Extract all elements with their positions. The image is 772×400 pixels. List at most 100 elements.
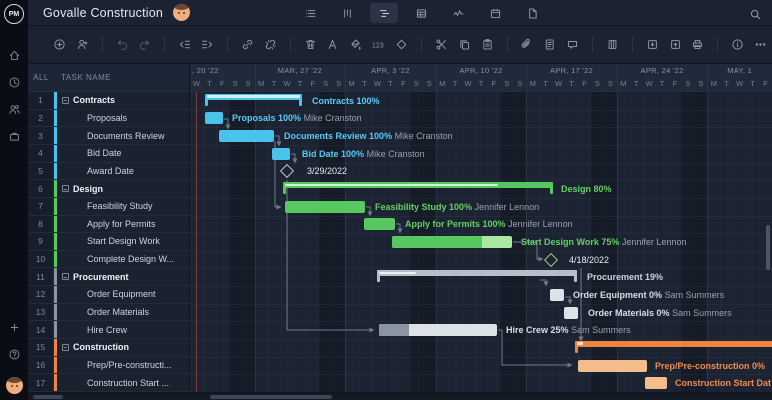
task-bar[interactable]: [364, 218, 395, 230]
task-bar[interactable]: [564, 307, 578, 319]
table-row[interactable]: 6Design: [28, 180, 190, 198]
milestone-date: 4/18/2022: [569, 255, 609, 265]
link-tasks-icon[interactable]: [238, 34, 257, 55]
number-format-icon[interactable]: 123: [369, 34, 388, 55]
task-bar[interactable]: [379, 324, 497, 336]
table-row[interactable]: 11Procurement: [28, 268, 190, 286]
summary-bar[interactable]: [575, 341, 772, 353]
home-icon[interactable]: [4, 45, 24, 65]
day-letter: M: [349, 79, 355, 88]
table-row[interactable]: 5Award Date: [28, 163, 190, 181]
more-icon[interactable]: [751, 34, 770, 55]
row-number: 2: [28, 110, 54, 127]
view-calendar-icon[interactable]: [481, 3, 509, 23]
bar-label: Design 80%: [561, 184, 612, 194]
column-header-all[interactable]: ALL: [28, 73, 54, 82]
summary-progress: [285, 184, 498, 187]
task-bar[interactable]: [392, 236, 512, 248]
copy-icon[interactable]: [455, 34, 474, 55]
table-row[interactable]: 12Order Equipment: [28, 286, 190, 304]
gantt-scrollbar[interactable]: [210, 395, 332, 399]
day-letter: T: [207, 79, 212, 88]
print-icon[interactable]: [689, 34, 708, 55]
attachment-icon[interactable]: [517, 34, 536, 55]
task-bar[interactable]: [272, 148, 290, 160]
add-task-icon[interactable]: [50, 34, 69, 55]
task-bar[interactable]: [550, 289, 564, 301]
help-icon[interactable]: [4, 344, 24, 364]
view-doc-icon[interactable]: [518, 3, 546, 23]
day-letter: T: [660, 79, 665, 88]
task-bar[interactable]: [645, 377, 667, 389]
collapse-group-icon[interactable]: [62, 185, 69, 192]
summary-bar[interactable]: [283, 182, 553, 194]
undo-icon[interactable]: [113, 34, 132, 55]
summary-bar[interactable]: [205, 94, 302, 106]
table-row[interactable]: 13Order Materials: [28, 304, 190, 322]
view-gantt-icon[interactable]: [370, 3, 398, 23]
table-row[interactable]: 4Bid Date: [28, 145, 190, 163]
indent-icon[interactable]: [198, 34, 217, 55]
recent-icon[interactable]: [4, 72, 24, 92]
task-bar[interactable]: [205, 112, 223, 124]
summary-bar-cap: [574, 270, 577, 282]
task-name: Apply for Permits: [57, 219, 156, 229]
table-row[interactable]: 2Proposals: [28, 110, 190, 128]
table-row[interactable]: 7Feasibility Study: [28, 198, 190, 216]
day-letter: M: [439, 79, 445, 88]
task-panel-scrollbar[interactable]: [33, 395, 63, 399]
export-icon[interactable]: [666, 34, 685, 55]
bar-label: Order Materials 0% Sam Summers: [588, 308, 732, 318]
outdent-icon[interactable]: [175, 34, 194, 55]
view-list-icon[interactable]: [296, 3, 324, 23]
view-board-icon[interactable]: [333, 3, 361, 23]
column-header-task-name[interactable]: TASK NAME: [54, 73, 111, 82]
add-assignee-icon[interactable]: [73, 34, 92, 55]
day-letter: S: [414, 79, 419, 88]
view-activity-icon[interactable]: [444, 3, 472, 23]
unlink-tasks-icon[interactable]: [261, 34, 280, 55]
table-row[interactable]: 10Complete Design W...: [28, 251, 190, 269]
task-bar[interactable]: [285, 201, 365, 213]
toolbar-divider: [227, 37, 228, 52]
table-row[interactable]: 3Documents Review: [28, 127, 190, 145]
table-row[interactable]: 15Construction: [28, 339, 190, 357]
table-row[interactable]: 1Contracts: [28, 92, 190, 110]
cut-icon[interactable]: [432, 34, 451, 55]
task-bar[interactable]: [578, 360, 647, 372]
fill-color-icon[interactable]: [346, 34, 365, 55]
bar-label-percent: 0%: [649, 290, 662, 300]
columns-icon[interactable]: [603, 34, 622, 55]
table-row[interactable]: 14Hire Crew: [28, 321, 190, 339]
info-icon[interactable]: [728, 34, 747, 55]
collapse-group-icon[interactable]: [62, 344, 69, 351]
bar-label-assignee: Jennifer Lennon: [508, 219, 573, 229]
collapse-group-icon[interactable]: [62, 97, 69, 104]
milestone-icon[interactable]: [392, 34, 411, 55]
team-icon[interactable]: [4, 99, 24, 119]
table-row[interactable]: 17Construction Start ...: [28, 374, 190, 392]
day-letter: F: [401, 79, 406, 88]
table-row[interactable]: 16Prep/Pre-constructi...: [28, 357, 190, 375]
table-row[interactable]: 9Start Design Work: [28, 233, 190, 251]
collapse-group-icon[interactable]: [62, 273, 69, 280]
toolbar-divider: [507, 37, 508, 52]
notes-icon[interactable]: [540, 34, 559, 55]
delete-icon[interactable]: [301, 34, 320, 55]
view-sheet-icon[interactable]: [407, 3, 435, 23]
plus-icon[interactable]: [4, 317, 24, 337]
pm-logo[interactable]: PM: [4, 4, 24, 24]
text-format-icon[interactable]: [324, 34, 343, 55]
summary-bar[interactable]: [377, 270, 577, 282]
import-icon[interactable]: [643, 34, 662, 55]
portfolio-icon[interactable]: [4, 126, 24, 146]
redo-icon[interactable]: [136, 34, 155, 55]
vertical-scrollbar[interactable]: [766, 225, 770, 270]
comment-icon[interactable]: [563, 34, 582, 55]
paste-icon[interactable]: [478, 34, 497, 55]
task-bar[interactable]: [219, 130, 274, 142]
project-owner-avatar[interactable]: [173, 4, 190, 21]
table-row[interactable]: 8Apply for Permits: [28, 216, 190, 234]
search-icon[interactable]: [746, 5, 764, 23]
user-avatar[interactable]: [6, 377, 23, 394]
